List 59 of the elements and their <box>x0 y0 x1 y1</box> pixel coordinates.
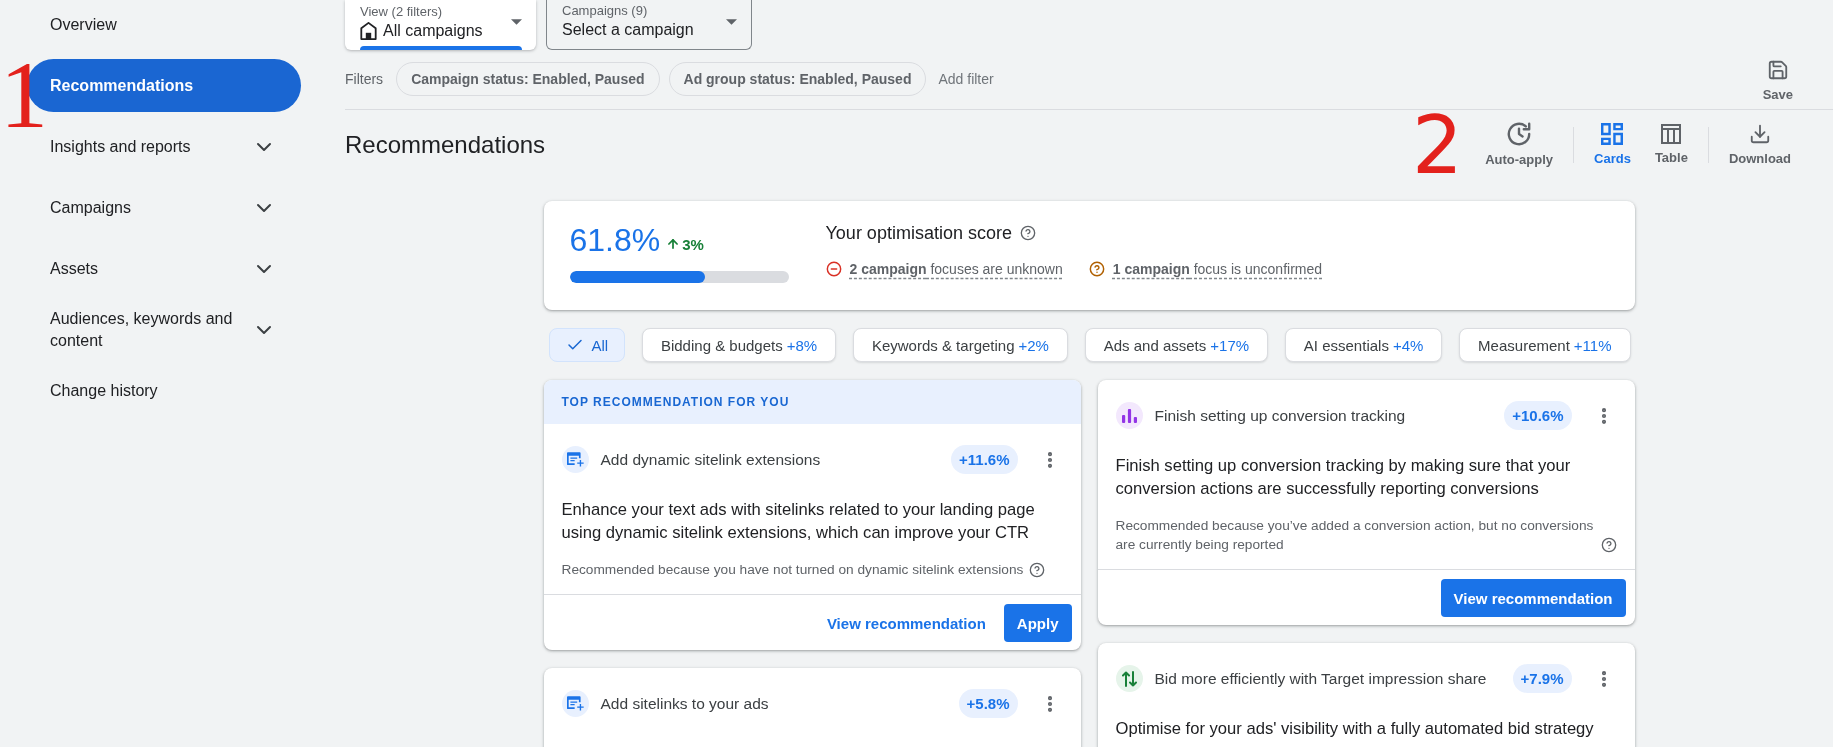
bar-chart-icon <box>1115 402 1143 429</box>
recommendation-title: Bid more efficiently with Target impression share <box>1154 669 1488 688</box>
view-select[interactable]: View (2 filters) All campaigns <box>345 0 536 50</box>
nav-item[interactable]: Audiences, keywords and content <box>27 303 301 356</box>
add-filter-button[interactable]: Add filter <box>935 71 997 87</box>
recommendation-reason: Recommended because you have not turned on dynamic sitelink extensions <box>561 561 1024 579</box>
score-value: 61.8% <box>569 221 661 259</box>
web-page-plus-icon <box>561 446 589 473</box>
clock-arrow-icon <box>1507 122 1532 146</box>
top-recommendation-banner: TOP RECOMMENDATION FOR YOU <box>543 380 1081 424</box>
dropdown-caret-icon <box>726 18 737 25</box>
recommendation-reason: Recommended because you’ve added a conversion action, but no conversions are currently being reported <box>1115 517 1595 554</box>
category-chip[interactable]: Ads and assets +17% <box>1084 328 1269 362</box>
dashboard-grid-icon <box>1601 123 1624 145</box>
recommendation-description: Optimise for your ads' visibility with a fully automated bid strategy <box>1115 718 1595 740</box>
uplift-badge: +10.6% <box>1504 401 1572 430</box>
uplift-badge: +5.8% <box>958 689 1018 718</box>
nav-item[interactable]: Campaigns <box>27 181 301 234</box>
recommendation-title: Add sitelinks to your ads <box>600 694 770 713</box>
page-title: Recommendations <box>345 131 546 159</box>
download-button[interactable]: Download <box>1716 123 1803 167</box>
table-icon <box>1661 124 1682 144</box>
view-recommendation-link[interactable]: View recommendation <box>826 614 986 632</box>
uplift-badge: +11.6% <box>951 445 1018 474</box>
help-icon[interactable] <box>1600 537 1617 553</box>
dropdown-caret-icon <box>511 19 522 25</box>
question-circle-icon <box>1088 261 1105 277</box>
save-button[interactable]: Save <box>1750 59 1805 103</box>
view-toggle-button[interactable]: Cards <box>1582 123 1643 167</box>
help-icon[interactable] <box>1029 562 1046 578</box>
campaign-select[interactable]: Campaigns (9) Select a campaign <box>546 0 752 50</box>
web-page-plus-icon <box>561 690 589 717</box>
recommendation-title: Add dynamic sitelink extensions <box>600 450 822 469</box>
category-chip[interactable]: AI essentials +4% <box>1284 328 1443 362</box>
download-icon <box>1748 123 1771 145</box>
nav-item[interactable]: Overview <box>27 0 301 51</box>
house-icon <box>360 21 377 40</box>
help-icon[interactable] <box>1019 225 1036 241</box>
view-toggle-button[interactable]: Table <box>1642 124 1700 166</box>
recommendation-description: Finish setting up conversion tracking by making sure that your conversion actions are successfully reporting conversions <box>1115 455 1572 500</box>
swap-arrows-icon <box>1115 665 1143 692</box>
primary-button[interactable]: Apply <box>1003 604 1072 642</box>
nav-item[interactable]: Change history <box>27 364 301 417</box>
nav-item[interactable]: Assets <box>27 242 301 295</box>
recommendation-description: Enhance your text ads with sitelinks related to your landing page using dynamic sitelink extensions, which can improve your CTR <box>561 499 1036 544</box>
issue-link[interactable]: 1 campaign focus is unconfirmed <box>1112 259 1323 279</box>
recommendation-title: Finish setting up conversion tracking <box>1154 406 1407 425</box>
primary-button[interactable]: View recommendation <box>1440 579 1626 617</box>
category-chip[interactable]: Measurement +11% <box>1459 328 1631 362</box>
category-chip[interactable]: All <box>548 328 626 362</box>
category-chip[interactable]: Keywords & targeting +2% <box>852 328 1068 362</box>
issue-link[interactable]: 2 campaign focuses are unknown <box>849 259 1063 279</box>
score-change: 3% <box>682 235 704 253</box>
filters-label: Filters <box>345 71 384 87</box>
auto-apply-button[interactable]: Auto-apply <box>1473 122 1566 168</box>
minus-circle-icon <box>825 261 842 277</box>
score-title: Your optimisation score <box>825 222 1012 245</box>
uplift-badge: +7.9% <box>1512 664 1572 693</box>
category-chip[interactable]: Bidding & budgets +8% <box>641 328 837 362</box>
